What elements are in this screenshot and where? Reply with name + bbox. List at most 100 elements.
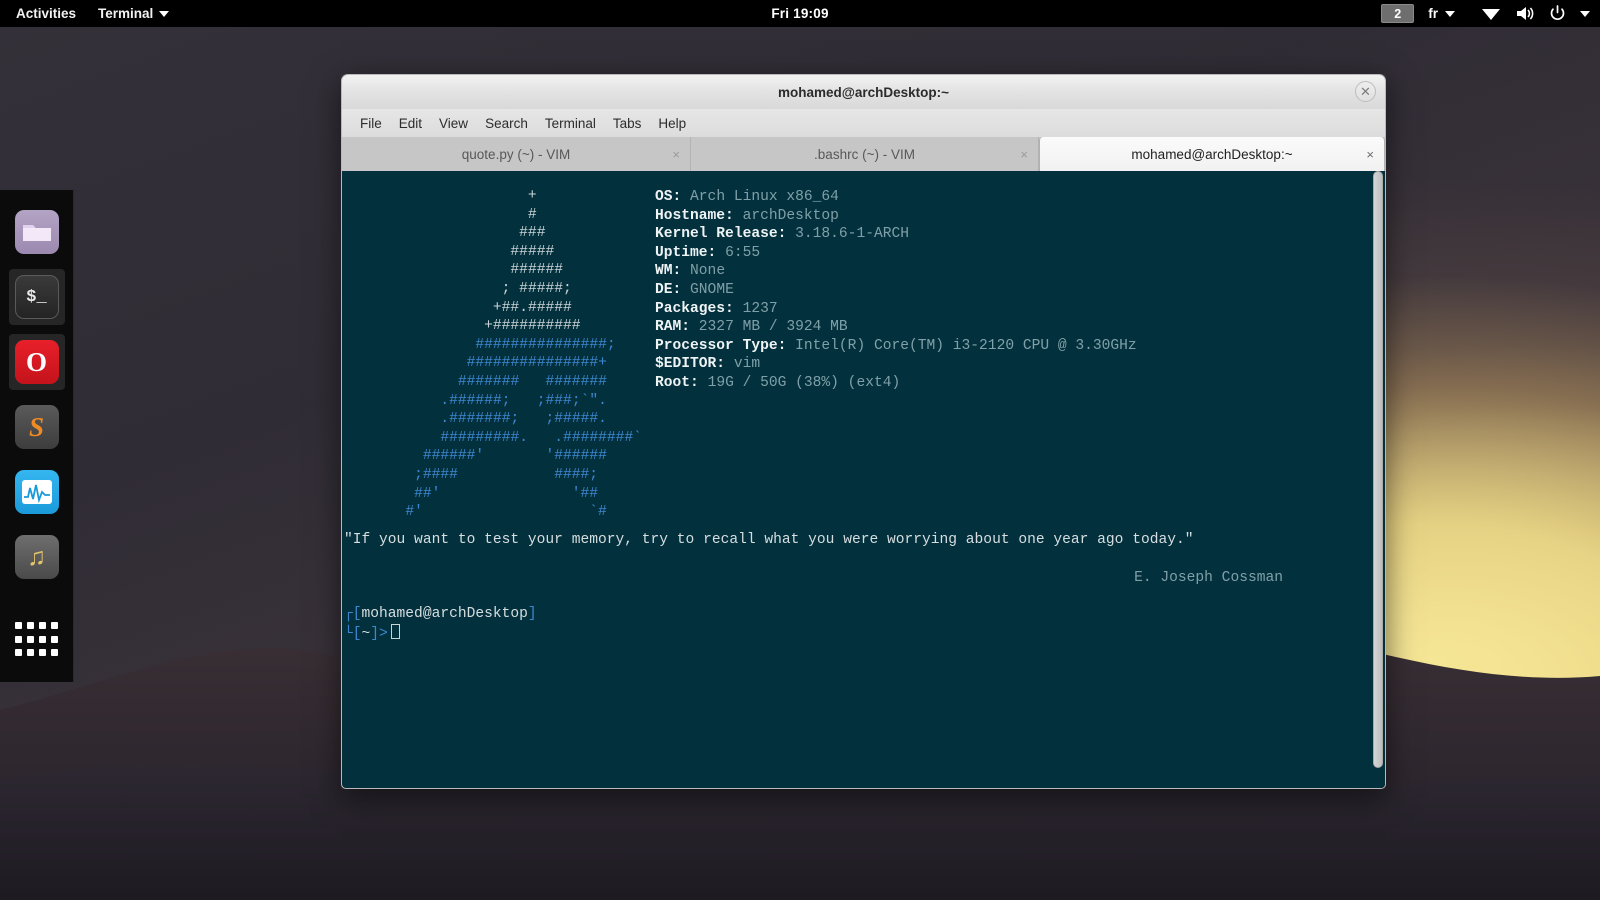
- close-window-button[interactable]: ✕: [1355, 81, 1376, 102]
- prompt-user-host: mohamed@archDesktop: [361, 606, 528, 622]
- info-row: Kernel Release: 3.18.6-1-ARCH: [655, 225, 1137, 244]
- sublime-icon: S: [14, 405, 59, 449]
- grid-icon: [14, 622, 59, 658]
- info-row: Processor Type: Intel(R) Core(TM) i3-212…: [655, 337, 1137, 356]
- info-value: GNOME: [690, 281, 734, 298]
- info-value: 1237: [742, 300, 778, 317]
- prompt-bracket-close: ]>: [370, 625, 388, 642]
- system-info-list: OS: Arch Linux x86_64 Hostname: archDesk…: [655, 188, 1137, 393]
- info-value: 3.18.6-1-ARCH: [795, 226, 909, 243]
- info-value: archDesktop: [742, 207, 839, 224]
- window-title: mohamed@archDesktop:~: [777, 84, 950, 100]
- panel-status-area: 2 fr: [1381, 0, 1592, 27]
- tab-close-icon[interactable]: ×: [1020, 147, 1028, 162]
- tab-shell[interactable]: mohamed@archDesktop:~ ×: [1039, 137, 1385, 171]
- quote-text: "If you want to test your memory, try to…: [344, 532, 1194, 548]
- info-value: 6:55: [725, 244, 761, 261]
- menu-bar: File Edit View Search Terminal Tabs Help: [341, 109, 1386, 137]
- info-value: Arch Linux x86_64: [690, 189, 839, 205]
- info-row: WM: None: [655, 262, 1137, 281]
- system-menu-chevron-icon[interactable]: [1580, 10, 1590, 17]
- app-menu-label: Terminal: [98, 6, 154, 21]
- info-key: WM:: [655, 263, 682, 280]
- arch-linux-ascii-logo: + # ### ##### ###### ; #####; +##.##### …: [405, 188, 642, 521]
- info-value: None: [690, 263, 726, 280]
- prompt-bracket-open: └[: [344, 625, 362, 642]
- prompt-line-1: ┌[mohamed@archDesktop]: [344, 605, 537, 624]
- prompt-cwd: ~: [361, 625, 371, 642]
- activities-button[interactable]: Activities: [5, 0, 87, 27]
- info-key: Packages:: [655, 300, 734, 317]
- menu-help[interactable]: Help: [650, 114, 694, 133]
- info-key: DE:: [655, 281, 682, 298]
- menu-view[interactable]: View: [431, 114, 476, 133]
- dock-item-system-monitor[interactable]: [9, 464, 65, 520]
- info-key: OS:: [655, 189, 682, 205]
- dock-item-files[interactable]: [9, 204, 65, 260]
- info-key: $EDITOR:: [655, 356, 726, 373]
- panel-clock[interactable]: Fri 19:09: [771, 6, 828, 21]
- info-value: 2327 MB / 3924 MB: [698, 319, 848, 336]
- tab-label: .bashrc (~) - VIM: [814, 146, 915, 162]
- info-row: RAM: 2327 MB / 3924 MB: [655, 318, 1137, 337]
- keyboard-layout-label: fr: [1428, 6, 1438, 21]
- chevron-down-icon: [159, 10, 170, 17]
- folder-icon: [14, 210, 59, 254]
- info-row: Hostname: archDesktop: [655, 207, 1137, 226]
- tab-bar: quote.py (~) - VIM × .bashrc (~) - VIM ×…: [341, 137, 1386, 171]
- quote-author: E. Joseph Cossman: [1134, 570, 1283, 586]
- tab-close-icon[interactable]: ×: [672, 147, 680, 162]
- info-row: OS: Arch Linux x86_64: [655, 188, 1137, 207]
- window-titlebar[interactable]: mohamed@archDesktop:~ ✕: [341, 74, 1386, 109]
- prompt-bracket-close: ]: [527, 606, 537, 622]
- terminal-icon: $_: [14, 275, 59, 319]
- menu-file[interactable]: File: [352, 114, 390, 133]
- prompt-line-2: └[~]>: [344, 623, 537, 644]
- info-row: DE: GNOME: [655, 281, 1137, 300]
- tab-quote-py[interactable]: quote.py (~) - VIM ×: [342, 137, 691, 171]
- info-value: vim: [733, 356, 761, 373]
- info-key: Root:: [655, 374, 699, 391]
- dock-item-sublime-text[interactable]: S: [9, 399, 65, 455]
- keyboard-layout-button[interactable]: fr: [1428, 6, 1455, 21]
- info-key: RAM:: [655, 319, 691, 336]
- info-key: Processor Type:: [655, 337, 787, 354]
- info-row: Packages: 1237: [655, 300, 1137, 319]
- terminal-screen[interactable]: + # ### ##### ###### ; #####; +##.##### …: [341, 171, 1386, 789]
- app-menu-button[interactable]: Terminal: [87, 0, 180, 27]
- chevron-down-icon: [1445, 10, 1455, 17]
- scrollbar-thumb[interactable]: [1373, 171, 1383, 768]
- dock-item-terminal[interactable]: $_: [8, 269, 65, 325]
- info-key: Uptime:: [655, 244, 717, 261]
- menu-terminal[interactable]: Terminal: [537, 114, 604, 133]
- gnome-top-panel: Activities Terminal Fri 19:09 2 fr: [0, 0, 1600, 27]
- tab-bashrc[interactable]: .bashrc (~) - VIM ×: [691, 137, 1039, 171]
- terminal-scrollbar[interactable]: [1372, 171, 1385, 788]
- terminal-window: mohamed@archDesktop:~ ✕ File Edit View S…: [341, 74, 1386, 789]
- info-key: Kernel Release:: [655, 226, 787, 243]
- info-value: 19G / 50G (38%) (ext4): [707, 374, 901, 391]
- tab-label: mohamed@archDesktop:~: [1131, 146, 1293, 162]
- info-value: Intel(R) Core(TM) i3-2120 CPU @ 3.30GHz: [795, 337, 1137, 354]
- text-cursor: [390, 623, 400, 639]
- wifi-icon[interactable]: [1481, 6, 1501, 22]
- show-applications-button[interactable]: [9, 608, 65, 664]
- dock-item-opera[interactable]: O: [8, 334, 65, 390]
- workspace-indicator[interactable]: 2: [1381, 4, 1415, 23]
- opera-icon: O: [14, 340, 59, 384]
- menu-tabs[interactable]: Tabs: [605, 114, 650, 133]
- dock-item-music-player[interactable]: ♫: [9, 529, 65, 585]
- shell-prompt: ┌[mohamed@archDesktop] └[~]>: [344, 605, 537, 643]
- menu-search[interactable]: Search: [477, 114, 536, 133]
- tab-label: quote.py (~) - VIM: [461, 146, 571, 162]
- music-note-icon: ♫: [14, 535, 59, 579]
- tab-close-icon[interactable]: ×: [1366, 147, 1374, 162]
- volume-icon[interactable]: [1515, 5, 1535, 22]
- power-icon[interactable]: [1549, 5, 1566, 22]
- info-row: Root: 19G / 50G (38%) (ext4): [655, 374, 1137, 393]
- info-row: $EDITOR: vim: [655, 355, 1137, 374]
- favorites-dock: $_ O S ♫: [0, 190, 74, 682]
- prompt-bracket-open: ┌[: [344, 606, 362, 622]
- menu-edit[interactable]: Edit: [391, 114, 430, 133]
- info-key: Hostname:: [655, 207, 734, 224]
